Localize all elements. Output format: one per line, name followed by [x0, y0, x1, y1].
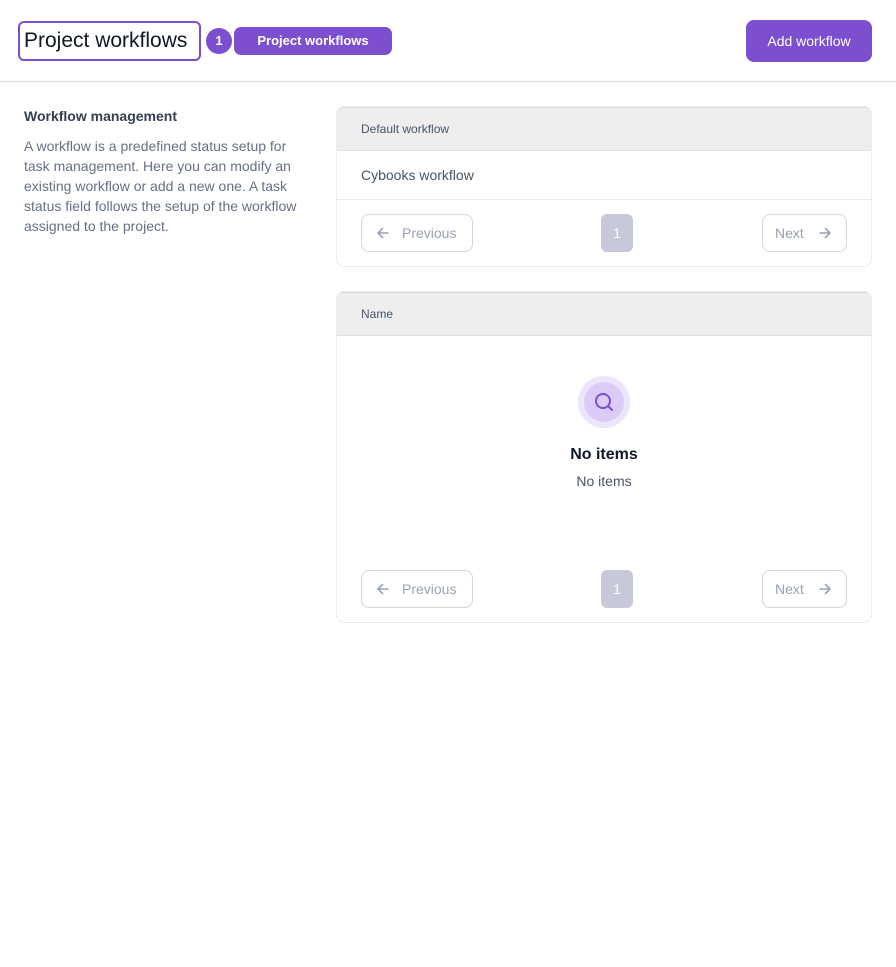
next-button[interactable]: Next [762, 570, 847, 608]
empty-state-subtitle: No items [576, 473, 632, 489]
next-button[interactable]: Next [762, 214, 847, 252]
workflow-name-cell: Cybooks workflow [361, 167, 474, 183]
workflows-table: Name No items No items Previous 1 Next [336, 291, 872, 623]
empty-state-icon [578, 376, 630, 428]
arrow-right-icon [819, 227, 831, 239]
column-header-default-workflow[interactable]: Default workflow [361, 122, 449, 136]
search-icon [595, 393, 613, 411]
previous-button[interactable]: Previous [361, 214, 473, 252]
count-badge: 1 [206, 28, 232, 54]
table-row[interactable]: Cybooks workflow [337, 151, 871, 200]
previous-label: Previous [402, 225, 457, 241]
next-label: Next [775, 581, 804, 597]
empty-state-title: No items [570, 446, 638, 463]
previous-button[interactable]: Previous [361, 570, 473, 608]
section-title: Workflow management [24, 108, 177, 124]
section-description: A workflow is a predefined status setup … [24, 138, 297, 234]
add-workflow-button[interactable]: Add workflow [746, 20, 872, 62]
arrow-left-icon [377, 227, 389, 239]
page-number[interactable]: 1 [601, 214, 633, 252]
previous-label: Previous [402, 581, 457, 597]
page-header: Project workflows 1 Project workflows Ad… [0, 0, 896, 82]
page-title: Project workflows [24, 29, 188, 52]
label-pill: Project workflows [234, 27, 392, 55]
workflow-management-section: Workflow management A workflow is a pred… [24, 106, 304, 236]
arrow-left-icon [377, 583, 389, 595]
arrow-right-icon [819, 583, 831, 595]
table-header: Default workflow [337, 107, 871, 151]
column-header-name[interactable]: Name [361, 307, 393, 321]
pagination: Previous 1 Next [337, 556, 871, 622]
pagination: Previous 1 Next [337, 200, 871, 266]
next-label: Next [775, 225, 804, 241]
empty-state: No items No items [337, 336, 871, 556]
page-title-highlight: Project workflows [18, 21, 201, 61]
page-number[interactable]: 1 [601, 570, 633, 608]
default-workflow-table: Default workflow Cybooks workflow Previo… [336, 106, 872, 267]
table-header: Name [337, 292, 871, 336]
